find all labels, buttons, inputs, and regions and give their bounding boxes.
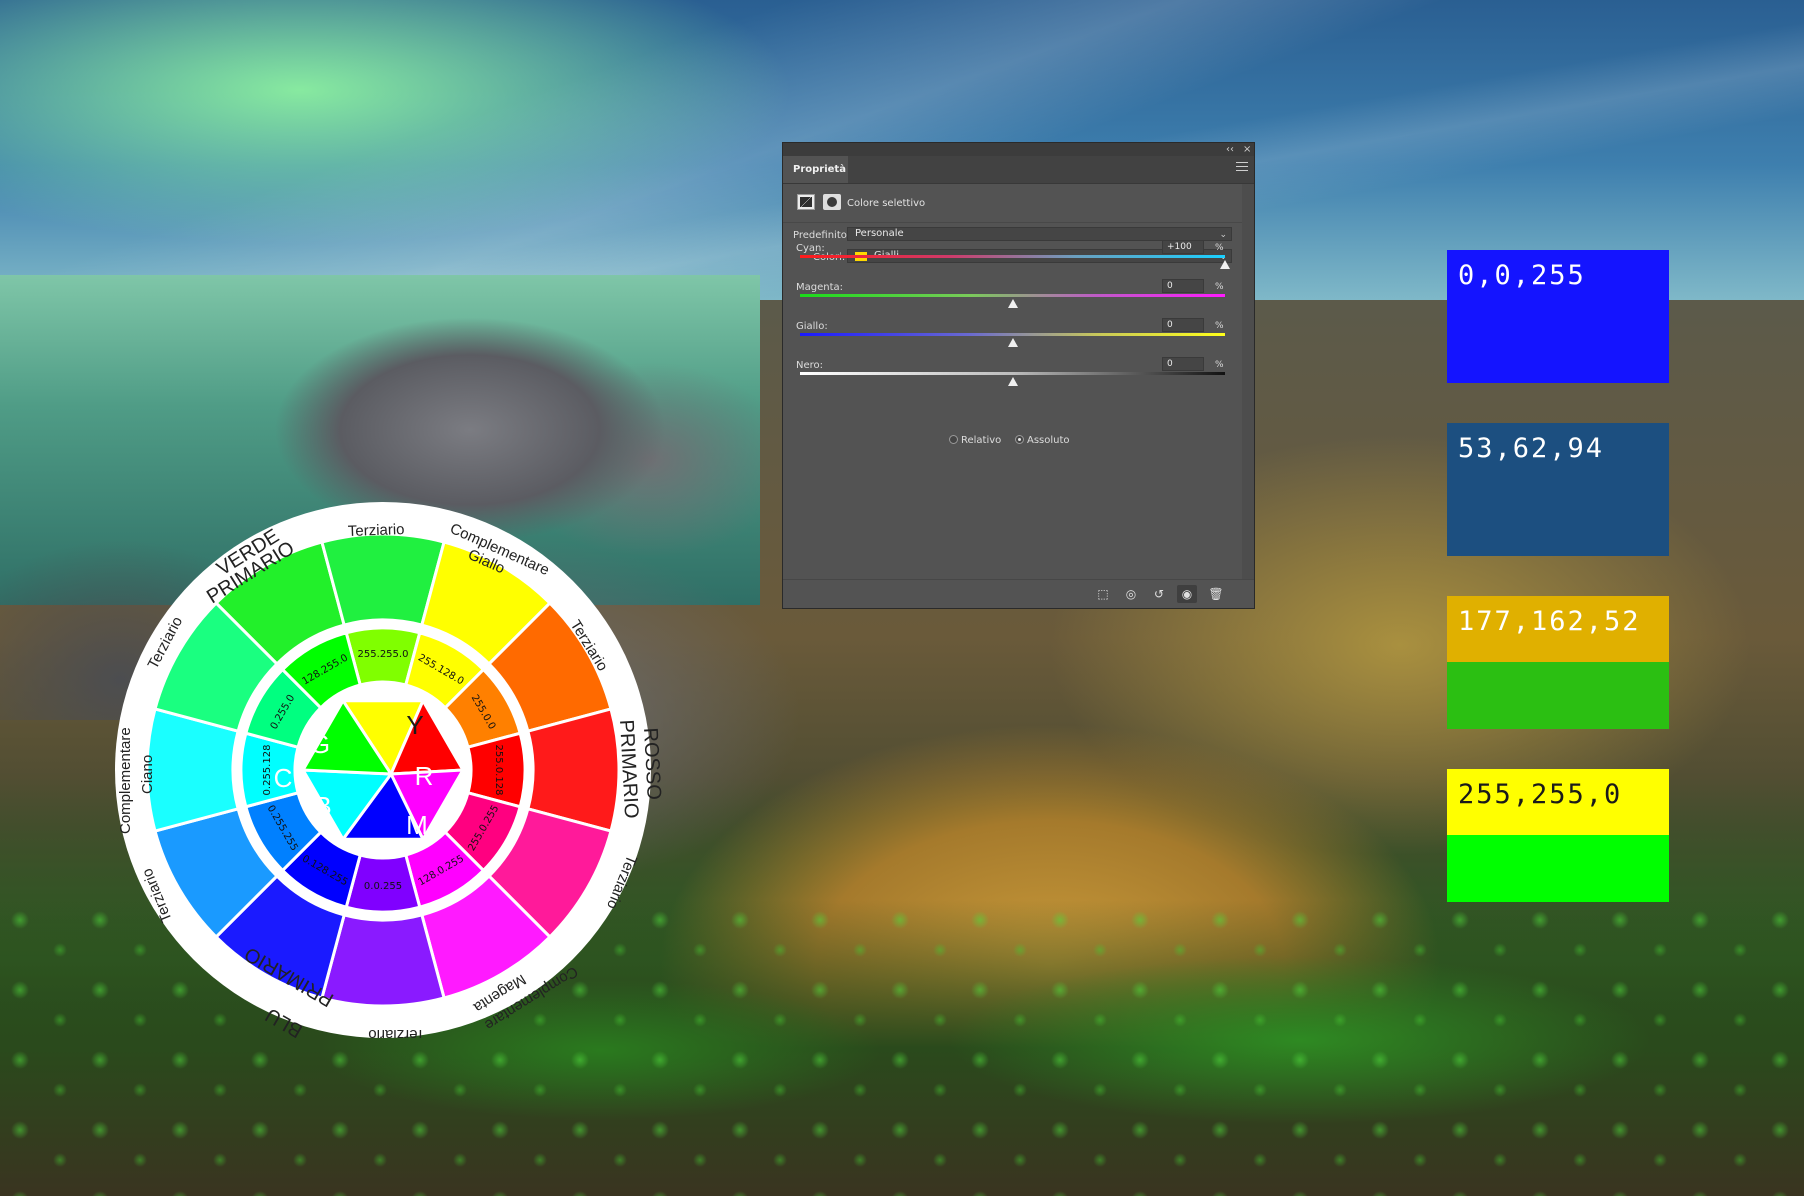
label-terziario-bottom: Terziario — [368, 1026, 425, 1038]
label-compl-ciano-2: Ciano — [139, 755, 156, 794]
slider-value-input-0[interactable]: +100 — [1162, 240, 1204, 254]
properties-panel: ‹‹ × Proprietà Colore selettivo Predefin… — [782, 142, 1255, 609]
panel-menu-icon[interactable] — [1236, 162, 1248, 172]
slider-unit-0: % — [1215, 243, 1224, 253]
inner-value-label: 255.255.0 — [358, 649, 409, 660]
slider-track-1[interactable] — [800, 294, 1225, 297]
slider-value-input-1[interactable]: 0 — [1162, 279, 1204, 293]
swatch-rgb-label: 255,255,0 — [1458, 779, 1623, 810]
letter-c: C — [274, 763, 293, 793]
slider-thumb-3[interactable] — [1007, 377, 1018, 386]
preset-dropdown[interactable]: Personale ⌄ — [847, 227, 1232, 241]
letter-y: Y — [406, 710, 423, 740]
clip-to-layer-icon[interactable]: ⬚ — [1093, 585, 1113, 603]
adjustment-title: Colore selettivo — [847, 198, 926, 209]
panel-titlebar: ‹‹ × — [783, 143, 1254, 157]
slider-label-1: Magenta: — [796, 282, 844, 293]
tab-proprieta[interactable]: Proprietà — [783, 156, 848, 183]
panel-scrollbar[interactable] — [1242, 184, 1254, 580]
swatch-bottom-color — [1447, 316, 1669, 383]
chevron-down-icon: ⌄ — [1219, 230, 1227, 240]
slider-value-input-3[interactable]: 0 — [1162, 357, 1204, 371]
reset-icon[interactable]: ↺ — [1149, 585, 1169, 603]
slider-unit-3: % — [1215, 360, 1224, 370]
letter-g: G — [310, 729, 330, 759]
swatch-rgb-label: 0,0,255 — [1458, 260, 1586, 291]
preset-value: Personale — [855, 228, 904, 239]
collapse-panel-button[interactable]: ‹‹ — [1226, 143, 1234, 156]
color-swatch-2: 177,162,52 — [1447, 596, 1669, 729]
label-rosso: ROSSO — [639, 727, 664, 800]
slider-value-input-2[interactable]: 0 — [1162, 318, 1204, 332]
radio-assoluto[interactable]: Assoluto — [1015, 435, 1070, 446]
letter-m: M — [406, 810, 428, 840]
radio-assoluto-label: Assoluto — [1027, 435, 1070, 446]
panel-footer: ⬚ ◎ ↺ ◉ 🗑 — [783, 579, 1254, 608]
radio-relativo-label: Relativo — [961, 435, 1002, 446]
label-compl-ciano-1: Complementare — [117, 727, 134, 834]
slider-unit-1: % — [1215, 282, 1224, 292]
adjustment-layer-icon[interactable] — [797, 194, 815, 210]
radio-assoluto-button[interactable] — [1015, 435, 1024, 444]
adjustment-header: Colore selettivo — [783, 184, 1254, 223]
swatch-bottom-color — [1447, 489, 1669, 556]
swatch-bottom-color — [1447, 835, 1669, 902]
color-wheel: VERDE PRIMARIO Terziario Complementare G… — [115, 502, 664, 1038]
color-swatch-3: 255,255,0 — [1447, 769, 1669, 902]
radio-relativo[interactable]: Relativo — [949, 435, 1001, 446]
letter-r: R — [415, 761, 434, 791]
inner-value-label: 0.255.128 — [262, 745, 273, 796]
swatch-rgb-label: 177,162,52 — [1458, 606, 1641, 637]
slider-thumb-1[interactable] — [1007, 299, 1018, 308]
visibility-eye-icon[interactable]: ◉ — [1177, 585, 1197, 603]
slider-track-0[interactable] — [800, 255, 1225, 258]
slider-label-2: Giallo: — [796, 321, 828, 332]
radio-relativo-button[interactable] — [949, 435, 958, 444]
letter-b: B — [314, 791, 331, 821]
label-terziario-top: Terziario — [348, 521, 405, 540]
color-swatch-0: 0,0,255 — [1447, 250, 1669, 383]
trash-icon[interactable]: 🗑 — [1206, 585, 1226, 603]
slider-track-3[interactable] — [800, 372, 1225, 375]
slider-thumb-2[interactable] — [1007, 338, 1018, 347]
slider-label-0: Cyan: — [796, 243, 825, 254]
layer-mask-icon[interactable] — [823, 194, 841, 210]
swatch-rgb-label: 53,62,94 — [1458, 433, 1605, 464]
inner-value-label: 255.0.128 — [493, 745, 504, 796]
slider-track-2[interactable] — [800, 333, 1225, 336]
swatch-bottom-color — [1447, 662, 1669, 729]
panel-tab-row: Proprietà — [783, 156, 1254, 184]
close-panel-button[interactable]: × — [1243, 143, 1251, 156]
view-previous-state-icon[interactable]: ◎ — [1121, 585, 1141, 603]
inner-value-label: 0.0.255 — [364, 881, 402, 892]
preset-label: Predefinito: — [793, 230, 851, 241]
slider-unit-2: % — [1215, 321, 1224, 331]
color-swatch-1: 53,62,94 — [1447, 423, 1669, 556]
slider-label-3: Nero: — [796, 360, 824, 371]
slider-thumb-0[interactable] — [1220, 260, 1230, 269]
